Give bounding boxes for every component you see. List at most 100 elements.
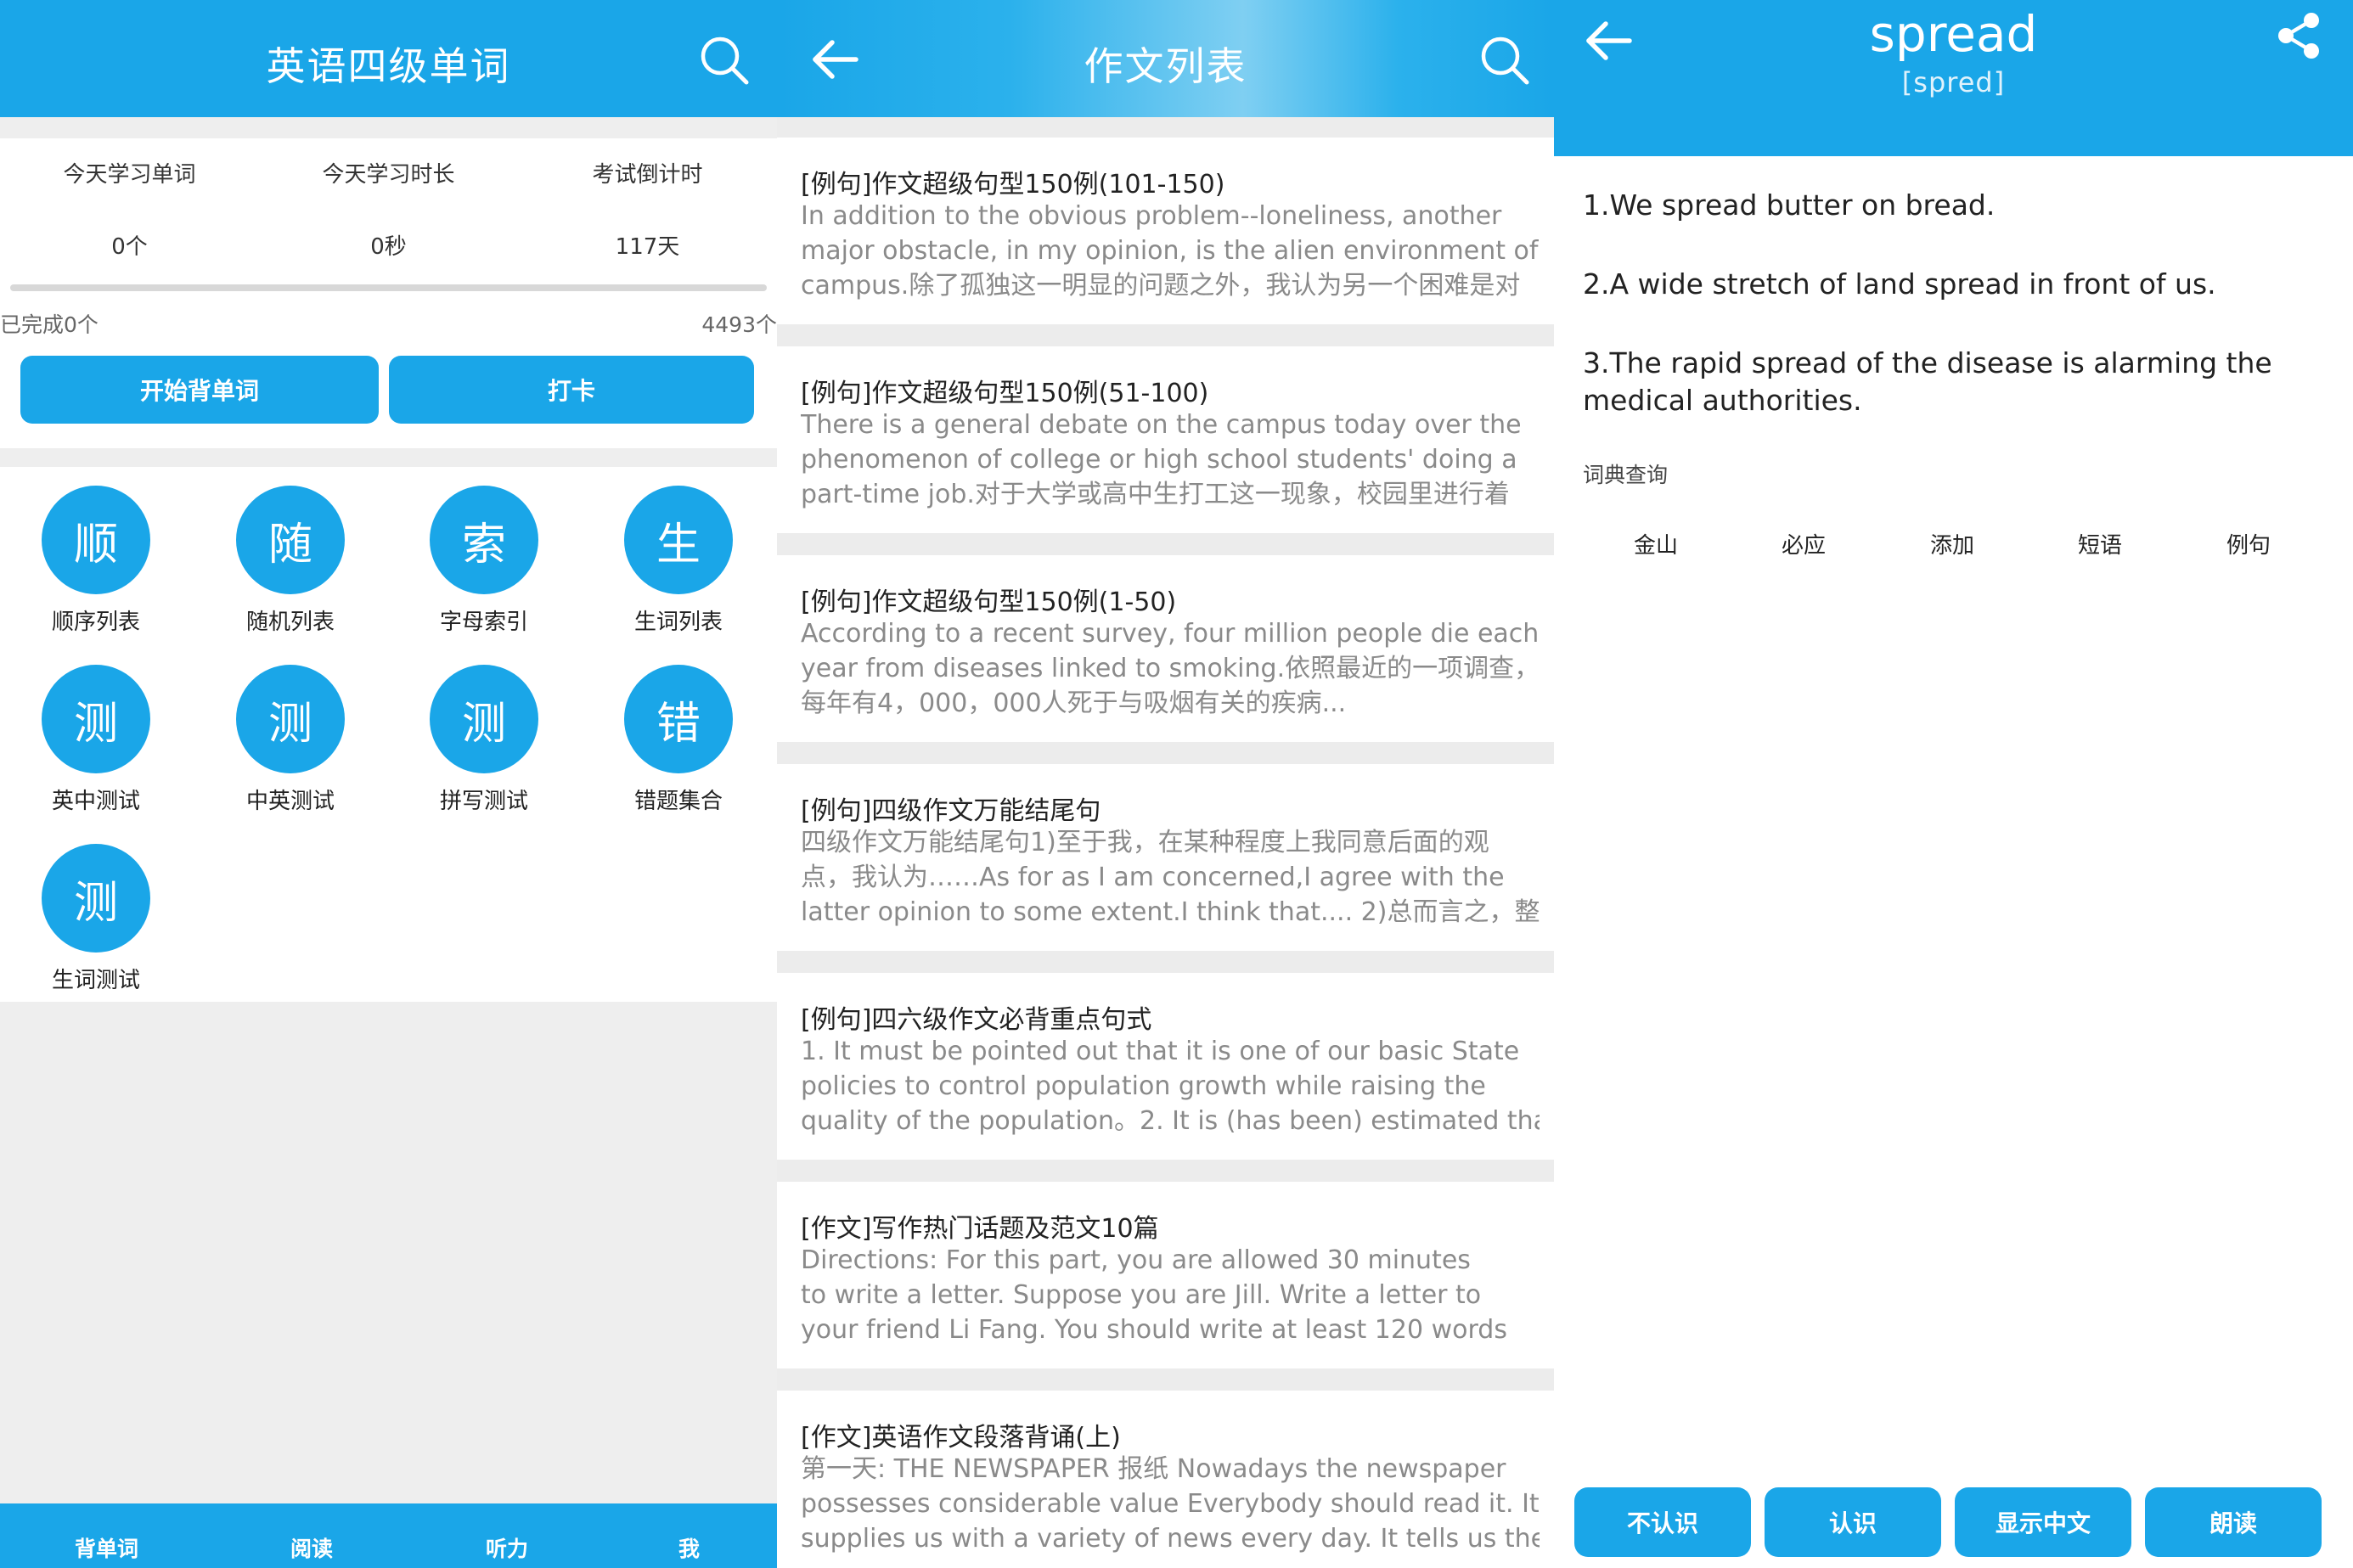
preview-line: year from diseases linked to smoking.依照最… [801, 654, 1540, 683]
preview-line: In addition to the obvious problem--lone… [801, 201, 1502, 231]
essay-preview: There is a general debate on the campus … [801, 407, 1540, 518]
feature-new-words-list[interactable]: 生 生词列表 [611, 486, 746, 636]
preview-line: Directions: For this part, you are allow… [801, 1245, 1471, 1275]
stat-value: 0个 [111, 234, 148, 260]
feature-label: 顺序列表 [51, 610, 140, 635]
feature-new-words-test[interactable]: 测 生词测试 [28, 844, 164, 994]
example-line: medical authorities. [1583, 384, 1862, 417]
stat-value: 0秒 [370, 234, 407, 260]
nav-memorize[interactable]: 背单词 [75, 1532, 138, 1563]
search-icon[interactable] [695, 31, 754, 90]
preview-line: major obstacle, in my opinion, is the al… [801, 236, 1539, 266]
stat-label: 考试倒计时 [592, 162, 703, 188]
example-line: 1.We spread butter on bread. [1583, 188, 1996, 222]
feature-label: 拼写测试 [439, 789, 528, 814]
start-memorize-button[interactable]: 开始背单词 [20, 356, 379, 424]
essay-preview: 四级作文万能结尾句1)至于我，在某种程度上我同意后面的观 点，我认为……As f… [801, 825, 1540, 936]
share-icon[interactable] [2269, 5, 2328, 65]
feature-icon: 顺 [42, 486, 150, 594]
essay-list-item[interactable]: [例句]四六级作文必背重点句式 1. It must be pointed ou… [777, 973, 1554, 1160]
essay-list-title: 作文列表 [1084, 43, 1247, 89]
headword: spread [1869, 5, 2038, 63]
progress-bar [10, 284, 767, 291]
essay-list-item[interactable]: [例句]作文超级句型150例(51-100) There is a genera… [777, 346, 1554, 533]
feature-en-cn-test[interactable]: 测 英中测试 [28, 665, 164, 815]
word-header: spread [spred] [1554, 0, 2353, 156]
essay-title: [例句]作文超级句型150例(51-100) [801, 379, 1209, 408]
dict-link-bing[interactable]: 必应 [1782, 528, 1826, 559]
feature-alphabet-index[interactable]: 索 字母索引 [416, 486, 552, 636]
dict-link-phrases[interactable]: 短语 [2078, 528, 2122, 559]
total-count: 4493个 [701, 312, 777, 337]
essay-list-item[interactable]: [例句]四级作文万能结尾句 四级作文万能结尾句1)至于我，在某种程度上我同意后面… [777, 764, 1554, 951]
preview-line: 每年有4，000，000人死于与吸烟有关的疾病... [801, 688, 1347, 718]
preview-line: 第一天: THE NEWSPAPER 报纸 Nowadays the newsp… [801, 1454, 1506, 1484]
stat-label: 今天学习时长 [322, 162, 455, 188]
done-count: 已完成0个 [0, 312, 99, 337]
example-sentence: 3.The rapid spread of the disease is ala… [1583, 345, 2272, 419]
unknown-button[interactable]: 不认识 [1574, 1487, 1751, 1557]
preview-line: 1. It must be pointed out that it is one… [801, 1037, 1520, 1066]
essay-title: [例句]四六级作文必背重点句式 [801, 1005, 1152, 1035]
nav-me[interactable]: 我 [678, 1532, 700, 1563]
essay-preview: Directions: For this part, you are allow… [801, 1243, 1540, 1353]
feature-spelling-test[interactable]: 测 拼写测试 [416, 665, 552, 815]
checkin-button[interactable]: 打卡 [389, 356, 754, 424]
dict-link-add[interactable]: 添加 [1930, 528, 1974, 559]
feature-icon: 测 [430, 665, 538, 773]
known-button[interactable]: 认识 [1765, 1487, 1941, 1557]
example-line: 2.A wide stretch of land spread in front… [1583, 267, 2216, 301]
show-chinese-button[interactable]: 显示中文 [1955, 1487, 2131, 1557]
feature-wrong-answers[interactable]: 错 错题集合 [611, 665, 746, 815]
feature-icon: 测 [42, 844, 150, 953]
feature-label: 字母索引 [439, 610, 528, 635]
study-stats: 今天学习单词 0个 今天学习时长 0秒 考试倒计时 117天 已完成0个 449… [0, 138, 777, 448]
home-screen: 英语四级单词 今天学习单词 0个 今天学习时长 0秒 考试倒计时 117天 已完… [0, 0, 777, 1568]
dict-link-examples[interactable]: 例句 [2226, 528, 2271, 559]
essay-list-item[interactable]: [作文]写作热门话题及范文10篇 Directions: For this pa… [777, 1182, 1554, 1368]
essay-preview: 1. It must be pointed out that it is one… [801, 1034, 1540, 1144]
essay-list-item[interactable]: [例句]作文超级句型150例(101-150) In addition to t… [777, 138, 1554, 324]
preview-line: According to a recent survey, four milli… [801, 619, 1540, 649]
feature-sequential-list[interactable]: 顺 顺序列表 [28, 486, 164, 636]
essay-preview: In addition to the obvious problem--lone… [801, 199, 1540, 309]
dict-link-jinshan[interactable]: 金山 [1634, 528, 1678, 559]
preview-line: phenomenon of college or high school stu… [801, 445, 1517, 475]
search-icon[interactable] [1475, 31, 1534, 90]
nav-reading[interactable]: 阅读 [290, 1532, 333, 1563]
dictionary-lookup-label: 词典查询 [1583, 463, 1669, 487]
stat-label: 今天学习单词 [63, 162, 196, 188]
feature-icon: 错 [624, 665, 733, 773]
essay-list-screen: 作文列表 [例句]作文超级句型150例(101-150) In addition… [777, 0, 1554, 1568]
read-aloud-button[interactable]: 朗读 [2145, 1487, 2322, 1557]
preview-line: latter opinion to some extent.I think th… [801, 897, 1540, 927]
stat-exam-countdown: 考试倒计时 117天 [518, 157, 777, 261]
example-sentence: 2.A wide stretch of land spread in front… [1583, 266, 2216, 303]
feature-icon: 测 [42, 665, 150, 773]
stat-words-today: 今天学习单词 0个 [0, 157, 259, 261]
feature-cn-en-test[interactable]: 测 中英测试 [222, 665, 358, 815]
feature-label: 英中测试 [51, 789, 140, 814]
essay-title: [作文]写作热门话题及范文10篇 [801, 1214, 1159, 1244]
essay-title: [例句]作文超级句型150例(101-150) [801, 170, 1225, 200]
example-sentence: 1.We spread butter on bread. [1583, 187, 1995, 224]
essay-header: 作文列表 [777, 0, 1554, 117]
feature-label: 中英测试 [245, 789, 335, 814]
preview-line: 四级作文万能结尾句1)至于我，在某种程度上我同意后面的观 [801, 828, 1489, 857]
bottom-nav: 背单词 阅读 听力 我 [0, 1503, 777, 1568]
feature-random-list[interactable]: 随 随机列表 [222, 486, 358, 636]
nav-listening[interactable]: 听力 [486, 1532, 528, 1563]
essay-title: [例句]作文超级句型150例(1-50) [801, 587, 1177, 617]
preview-line: to write a letter. Suppose you are Jill.… [801, 1280, 1482, 1310]
essay-list-item[interactable]: [作文]英语作文段落背诵(上) 第一天: THE NEWSPAPER 报纸 No… [777, 1391, 1554, 1568]
essay-list-item[interactable]: [例句]作文超级句型150例(1-50) According to a rece… [777, 555, 1554, 742]
feature-label: 生词列表 [633, 610, 723, 635]
preview-line: supplies us with a variety of news every… [801, 1524, 1540, 1554]
preview-line: possesses considerable value Everybody s… [801, 1489, 1540, 1519]
feature-icon: 测 [236, 665, 345, 773]
preview-line: 点，我认为……As for as I am concerned,I agree … [801, 863, 1505, 892]
feature-label: 随机列表 [245, 610, 335, 635]
example-line: 3.The rapid spread of the disease is ala… [1583, 346, 2272, 379]
feature-icon: 生 [624, 486, 733, 594]
stat-time-today: 今天学习时长 0秒 [259, 157, 518, 261]
